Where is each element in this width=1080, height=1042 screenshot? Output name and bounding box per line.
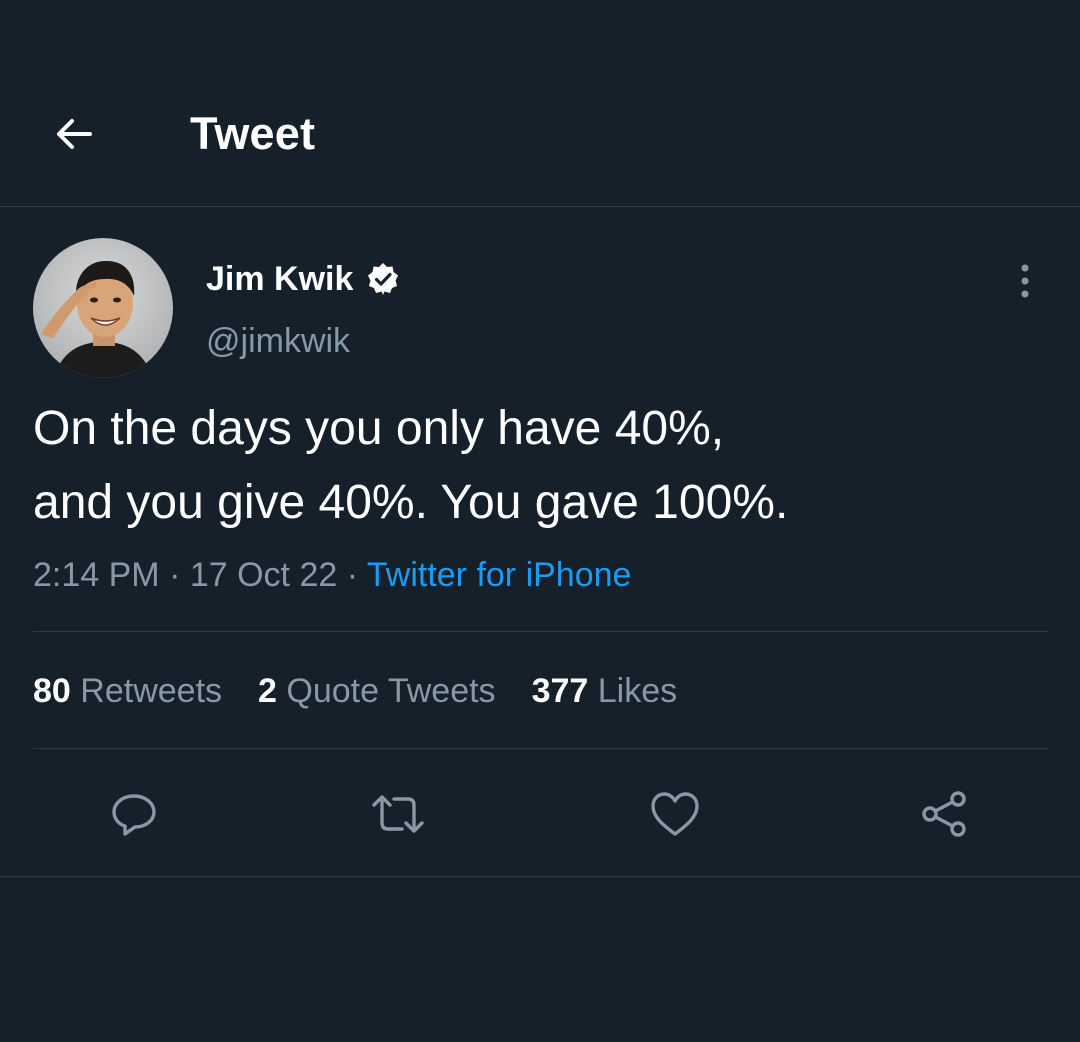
meta-separator: · [159, 556, 190, 594]
page-title: Tweet [190, 108, 316, 159]
tweet-date[interactable]: 17 Oct 22 [190, 556, 337, 594]
share-button[interactable] [916, 786, 972, 842]
retweet-icon [372, 795, 424, 833]
quote-tweets-label: Quote Tweets [286, 672, 496, 710]
likes-stat[interactable]: 377 Likes [532, 668, 678, 714]
share-icon [922, 791, 966, 837]
retweets-label: Retweets [80, 672, 223, 710]
verified-badge-icon [368, 263, 399, 295]
arrow-left-icon [57, 119, 92, 149]
engagement-stats: 80 Retweets 2 Quote Tweets 377 Likes [33, 668, 677, 714]
author-name[interactable]: Jim Kwik [206, 256, 401, 302]
divider [33, 631, 1048, 632]
like-icon [651, 792, 699, 836]
tweet-text-line: On the days you only have 40%, [33, 402, 725, 455]
author-handle[interactable]: @jimkwik [206, 318, 350, 364]
like-button[interactable] [647, 786, 703, 842]
more-vertical-icon [1021, 264, 1029, 298]
avatar[interactable] [33, 238, 173, 378]
tweet-text-line: and you give 40%. You gave 100%. [33, 476, 789, 529]
reply-button[interactable] [106, 786, 162, 842]
likes-label: Likes [597, 672, 678, 710]
divider [0, 876, 1080, 877]
back-button[interactable] [46, 106, 102, 162]
likes-count: 377 [531, 672, 589, 710]
reply-icon [112, 794, 156, 836]
quote-tweets-stat[interactable]: 2 Quote Tweets [258, 668, 496, 714]
retweet-button[interactable] [370, 786, 426, 842]
top-bar: Tweet [0, 0, 1080, 207]
author-name-text: Jim Kwik [206, 260, 354, 298]
tweet-time[interactable]: 2:14 PM [33, 556, 160, 594]
quote-tweets-count: 2 [258, 672, 277, 710]
avatar-photo [33, 238, 173, 378]
retweets-count: 80 [33, 672, 71, 710]
meta-separator: · [337, 556, 367, 594]
tweet-source-link[interactable]: Twitter for iPhone [367, 556, 632, 594]
divider [33, 748, 1048, 749]
tweet-meta: 2:14 PM · 17 Oct 22 · Twitter for iPhone [33, 552, 631, 598]
more-options-button[interactable] [1000, 256, 1050, 306]
retweets-stat[interactable]: 80 Retweets [33, 668, 222, 714]
tweet-detail-page: Tweet Jim Kwik @jimkwik On the days you … [0, 0, 1080, 1042]
tweet-text: On the days you only have 40%, and you g… [33, 392, 1043, 540]
